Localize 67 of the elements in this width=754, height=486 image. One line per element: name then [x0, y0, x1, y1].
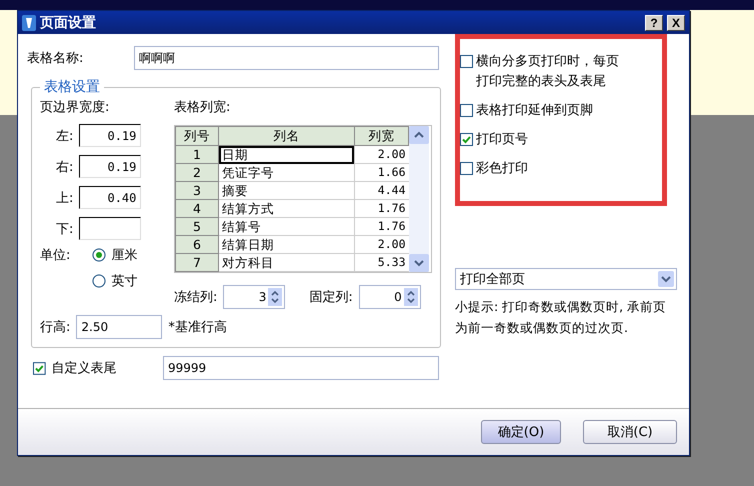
column-header[interactable]: 列宽	[354, 126, 408, 146]
radio-button[interactable]	[92, 274, 106, 288]
checkbox-label[interactable]: 横向分多页打印时，每页打印完整的表头及表尾	[476, 52, 626, 92]
row-height-note: *基准行高	[168, 319, 227, 336]
table-cell[interactable]: 结算号	[218, 218, 354, 236]
margin-field[interactable]: 0.19	[79, 124, 142, 147]
ok-button[interactable]: 确定(O)	[481, 420, 561, 444]
checkbox[interactable]	[460, 162, 473, 175]
checkbox[interactable]	[460, 133, 473, 146]
checkbox-label[interactable]: 打印页号	[476, 130, 626, 150]
fixed-columns-spinner[interactable]: 0	[358, 285, 421, 309]
field-label: 表格列宽:	[174, 99, 232, 116]
row-number-cell: 1	[176, 146, 218, 164]
freeze-columns-spinner[interactable]: 3	[223, 285, 286, 309]
print-range-dropdown[interactable]: 打印全部页	[455, 268, 677, 290]
scroll-up-icon[interactable]	[409, 126, 429, 144]
table-cell[interactable]: 对方科目	[218, 254, 354, 272]
row-number-cell: 4	[176, 200, 218, 218]
scroll-down-icon[interactable]	[409, 254, 429, 272]
field-label: 表格名称:	[27, 50, 84, 67]
table-cell[interactable]: 结算日期	[218, 236, 354, 254]
checkbox[interactable]	[460, 104, 473, 117]
checkbox[interactable]	[460, 55, 473, 68]
row-number-cell: 3	[176, 182, 218, 200]
cancel-button[interactable]: 取消(C)	[583, 420, 677, 444]
checkbox-label[interactable]: 彩色打印	[476, 159, 626, 179]
checkbox[interactable]	[33, 362, 46, 374]
table-cell[interactable]: 结算方式	[218, 200, 354, 218]
scrollbar[interactable]	[409, 126, 429, 272]
field-label: 冻结列:	[174, 289, 218, 306]
row-number-cell: 6	[176, 236, 218, 254]
field-label: 上:	[56, 190, 74, 206]
radio-label[interactable]: 厘米	[111, 246, 138, 264]
table-cell[interactable]: 日期	[218, 146, 354, 164]
row-number-cell: 7	[176, 254, 218, 272]
field-label: 单位:	[40, 247, 70, 265]
radio-button[interactable]	[92, 248, 106, 262]
field-label: 左:	[56, 128, 74, 144]
app-icon	[22, 14, 36, 30]
column-header[interactable]: 列号	[176, 126, 218, 146]
radio-label[interactable]: 英寸	[111, 272, 138, 290]
help-button[interactable]: ?	[645, 14, 663, 30]
row-number-cell: 2	[176, 164, 218, 182]
custom-footer-field[interactable]: 99999	[162, 356, 440, 380]
row-number-cell: 5	[176, 218, 218, 236]
close-button[interactable]: X	[667, 14, 685, 30]
hint-text: 小提示: 打印奇数或偶数页时, 承前页为前一奇数或偶数页的过次页.	[455, 298, 668, 337]
checkbox-label[interactable]: 表格打印延伸到页脚	[476, 101, 626, 121]
margin-field[interactable]: 0.40	[79, 186, 142, 209]
spinner-icon[interactable]	[404, 288, 418, 306]
group-title: 表格设置	[43, 78, 101, 96]
spinner-icon[interactable]	[268, 288, 282, 306]
table-name-field[interactable]: 啊啊啊	[134, 46, 439, 70]
margin-field[interactable]	[79, 217, 142, 240]
checkbox-label[interactable]: 自定义表尾	[52, 359, 157, 377]
column-header[interactable]: 列名	[218, 126, 354, 146]
table-cell[interactable]: 凭证字号	[218, 164, 354, 182]
table-cell[interactable]: 摘要	[218, 182, 354, 200]
margin-field[interactable]: 0.19	[79, 155, 142, 178]
window-title: 页面设置	[40, 14, 97, 32]
dropdown-icon[interactable]	[658, 271, 674, 287]
row-height-field[interactable]: 2.50	[76, 315, 162, 339]
field-label: 行高:	[40, 319, 70, 336]
field-label: 右:	[56, 158, 74, 176]
field-label: 下:	[56, 220, 74, 238]
field-label: 页边界宽度:	[40, 99, 110, 116]
field-label: 固定列:	[309, 289, 353, 306]
